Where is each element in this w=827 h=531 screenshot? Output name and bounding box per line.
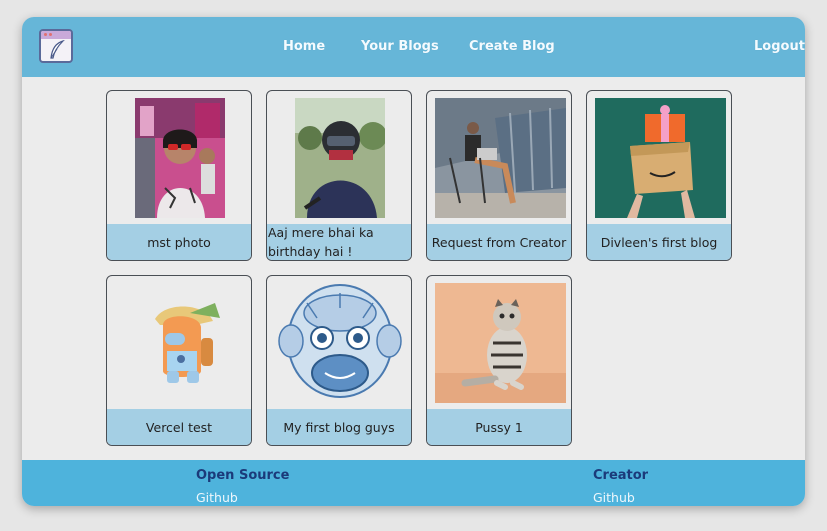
blog-title: mst photo [107, 224, 251, 260]
blog-thumbnail-package [595, 98, 726, 218]
blog-thumbnail-cat [435, 283, 566, 403]
nav-your-blogs[interactable]: Your Blogs [361, 39, 439, 54]
footer-heading-creator: Creator [593, 468, 649, 483]
feather-quill-icon[interactable] [39, 29, 73, 63]
blog-grid: mst photo Aaj mere bhai ka birthday hai … [22, 77, 805, 460]
app-window: Home Your Blogs Create Blog Logout mst p… [22, 17, 805, 506]
blog-title: Request from Creator [427, 224, 571, 260]
footer-creator-github-link[interactable]: Github [593, 490, 635, 505]
blog-card[interactable]: Vercel test [106, 275, 252, 446]
logo-dot [49, 33, 52, 36]
blog-title: Pussy 1 [427, 409, 571, 445]
logout-button[interactable]: Logout [754, 39, 805, 54]
blog-thumbnail-monkey-art [277, 283, 403, 403]
blog-thumbnail-office [435, 98, 566, 218]
blog-card[interactable]: My first blog guys [266, 275, 412, 446]
quill-shape [50, 40, 65, 59]
blog-title: Divleen's first blog [587, 224, 731, 260]
blog-thumbnail-astronaut [135, 283, 225, 403]
blog-title: Aaj mere bhai ka birthday hai ! [267, 224, 411, 260]
blog-card[interactable]: Pussy 1 [426, 275, 572, 446]
footer-heading-open-source: Open Source [196, 468, 290, 483]
footer-github-link[interactable]: Github [196, 490, 238, 505]
blog-title: Vercel test [107, 409, 251, 445]
blog-title: My first blog guys [267, 409, 411, 445]
blog-card[interactable]: Aaj mere bhai ka birthday hai ! [266, 90, 412, 261]
logo-dot [44, 33, 47, 36]
navbar: Home Your Blogs Create Blog Logout [22, 17, 805, 77]
footer: Open Source Github Creator Github [22, 460, 805, 506]
nav-home[interactable]: Home [283, 39, 325, 54]
blog-thumbnail-selfie [135, 98, 225, 218]
blog-card[interactable]: Divleen's first blog [586, 90, 732, 261]
nav-create-blog[interactable]: Create Blog [469, 39, 555, 54]
blog-card[interactable]: Request from Creator [426, 90, 572, 261]
blog-thumbnail-helmet [295, 98, 385, 218]
blog-card[interactable]: mst photo [106, 90, 252, 261]
